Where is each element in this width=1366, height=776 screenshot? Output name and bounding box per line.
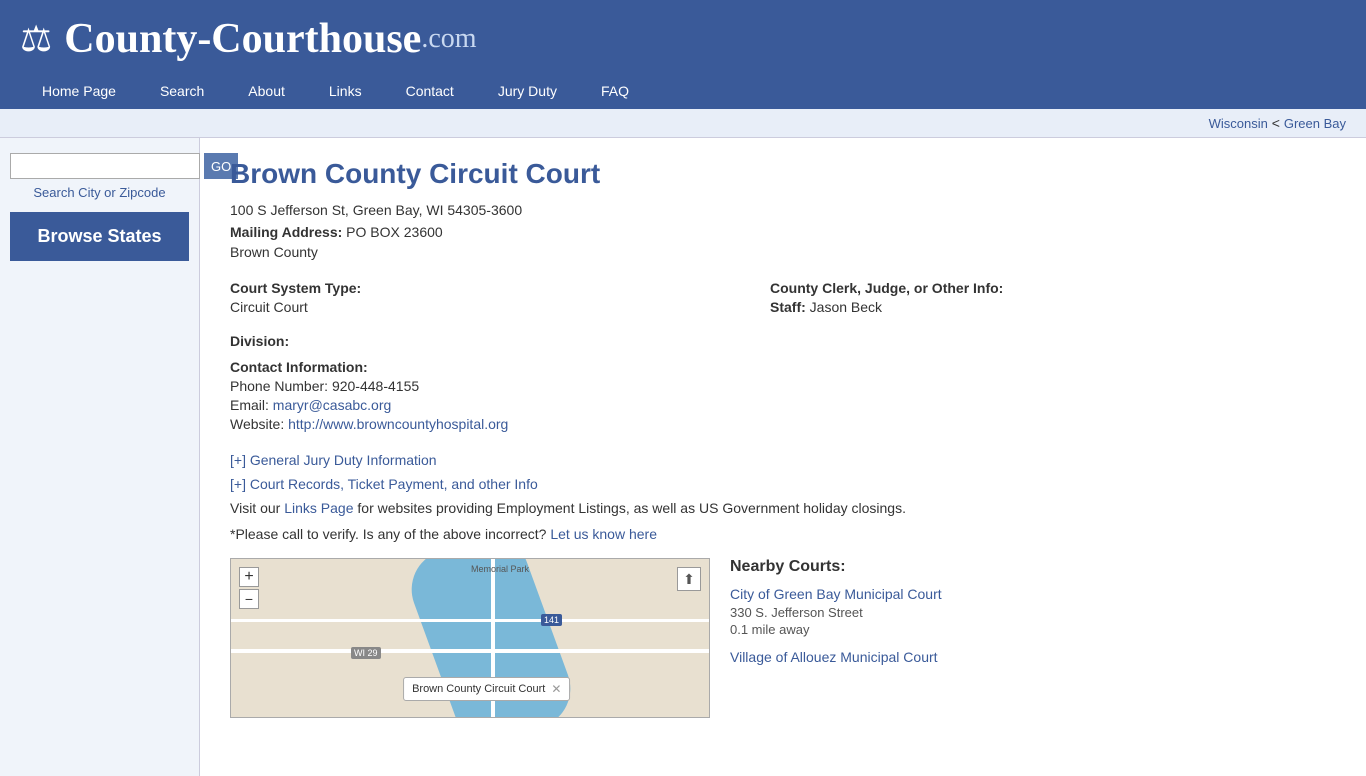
- map-zoom-minus[interactable]: −: [239, 589, 259, 609]
- breadcrumb-state[interactable]: Wisconsin: [1209, 116, 1268, 131]
- staff-name: Jason Beck: [810, 299, 882, 315]
- nearby-courts-title: Nearby Courts:: [730, 558, 1270, 576]
- nearby-court-name-1[interactable]: Village of Allouez Municipal Court: [730, 649, 1270, 665]
- nav-item-links[interactable]: Links: [307, 73, 384, 109]
- verify-note: *Please call to verify. Is any of the ab…: [230, 526, 1270, 542]
- nav-item-contact[interactable]: Contact: [384, 73, 476, 109]
- court-system-value: Circuit Court: [230, 299, 730, 315]
- search-label: Search City or Zipcode: [10, 185, 189, 200]
- info-grid: Court System Type: Circuit Court County …: [230, 280, 1270, 315]
- links-note: Visit our Links Page for websites provid…: [230, 500, 1270, 516]
- email-link[interactable]: maryr@casabc.org: [273, 397, 391, 413]
- map-popup: Brown County Circuit Court ✕: [403, 677, 570, 701]
- contact-label: Contact Information:: [230, 359, 1270, 375]
- clerk-col: County Clerk, Judge, or Other Info: Staf…: [770, 280, 1270, 315]
- map-popup-label: Brown County Circuit Court: [412, 683, 545, 695]
- contact-section: Contact Information: Phone Number: 920-4…: [230, 359, 1270, 432]
- court-records-link[interactable]: [+] Court Records, Ticket Payment, and o…: [230, 476, 1270, 492]
- nav-item-search[interactable]: Search: [138, 73, 226, 109]
- staff-value: Staff: Jason Beck: [770, 299, 1270, 315]
- email-label: Email:: [230, 397, 269, 413]
- page-title: Brown County Circuit Court: [230, 158, 1270, 190]
- phone-line: Phone Number: 920-448-4155: [230, 378, 1270, 394]
- sidebar: GO Search City or Zipcode Browse States: [0, 138, 200, 776]
- court-system-col: Court System Type: Circuit Court: [230, 280, 730, 315]
- division-section: Division:: [230, 333, 1270, 349]
- main-layout: GO Search City or Zipcode Browse States …: [0, 138, 1366, 776]
- map-road-badge: 141: [541, 614, 562, 626]
- links-note-suffix: for websites providing Employment Listin…: [354, 500, 906, 516]
- nav-item-faq[interactable]: FAQ: [579, 73, 651, 109]
- map-park-label: Memorial Park: [471, 564, 529, 574]
- links-page-link[interactable]: Links Page: [284, 500, 353, 516]
- website-label: Website:: [230, 416, 284, 432]
- website-line: Website: http://www.browncountyhospital.…: [230, 416, 1270, 432]
- browse-states-button[interactable]: Browse States: [10, 212, 189, 261]
- bottom-section: Memorial Park 141 WI 29 + − ⬆ Brown Coun…: [230, 558, 1270, 718]
- map-street-h2: [231, 619, 709, 622]
- nearby-court-name-0[interactable]: City of Green Bay Municipal Court: [730, 586, 1270, 602]
- scales-icon: ⚖: [20, 18, 52, 60]
- map-share-button[interactable]: ⬆: [677, 567, 701, 591]
- clerk-label: County Clerk, Judge, or Other Info:: [770, 280, 1270, 296]
- links-note-prefix: Visit our: [230, 500, 284, 516]
- map-road-badge2: WI 29: [351, 647, 381, 659]
- let-us-know-link[interactable]: Let us know here: [550, 526, 657, 542]
- logo-text-main: County-Courthouse: [64, 15, 421, 63]
- verify-text: *Please call to verify. Is any of the ab…: [230, 526, 550, 542]
- phone-label: Phone Number:: [230, 378, 328, 394]
- breadcrumb-separator: <: [1272, 115, 1284, 131]
- website-link[interactable]: http://www.browncountyhospital.org: [288, 416, 508, 432]
- mailing-address-value: PO BOX 23600: [346, 224, 443, 240]
- site-header: ⚖ County-Courthouse .com Home PageSearch…: [0, 0, 1366, 109]
- phone-value: 920-448-4155: [332, 378, 419, 394]
- division-label: Division:: [230, 333, 1270, 349]
- county-name: Brown County: [230, 244, 1270, 260]
- map-container[interactable]: Memorial Park 141 WI 29 + − ⬆ Brown Coun…: [230, 558, 710, 718]
- breadcrumb: Wisconsin < Green Bay: [0, 109, 1366, 138]
- nav-item-home[interactable]: Home Page: [20, 73, 138, 109]
- search-input[interactable]: [10, 153, 200, 179]
- site-logo: ⚖ County-Courthouse .com: [20, 15, 1346, 63]
- mailing-label: Mailing Address:: [230, 224, 342, 240]
- nearby-court-dist-0: 0.1 mile away: [730, 622, 1270, 637]
- nearby-courts: Nearby Courts: City of Green Bay Municip…: [730, 558, 1270, 668]
- map-zoom-plus[interactable]: +: [239, 567, 259, 587]
- court-system-label: Court System Type:: [230, 280, 730, 296]
- main-content: Brown County Circuit Court 100 S Jeffers…: [200, 138, 1300, 776]
- jury-duty-link[interactable]: [+] General Jury Duty Information: [230, 452, 1270, 468]
- nearby-court-addr-0: 330 S. Jefferson Street: [730, 605, 1270, 620]
- map-popup-close[interactable]: ✕: [551, 682, 561, 696]
- nav-item-jury-duty[interactable]: Jury Duty: [476, 73, 579, 109]
- email-line: Email: maryr@casabc.org: [230, 397, 1270, 413]
- search-box-wrap: GO: [10, 153, 189, 179]
- site-nav: Home PageSearchAboutLinksContactJury Dut…: [20, 73, 1346, 109]
- court-address: 100 S Jefferson St, Green Bay, WI 54305-…: [230, 202, 1270, 218]
- map-street-h1: [231, 649, 709, 653]
- staff-label: Staff:: [770, 299, 806, 315]
- logo-text-com: .com: [421, 23, 476, 55]
- mailing-address-line: Mailing Address: PO BOX 23600: [230, 224, 1270, 240]
- nav-item-about[interactable]: About: [226, 73, 307, 109]
- breadcrumb-city[interactable]: Green Bay: [1284, 116, 1346, 131]
